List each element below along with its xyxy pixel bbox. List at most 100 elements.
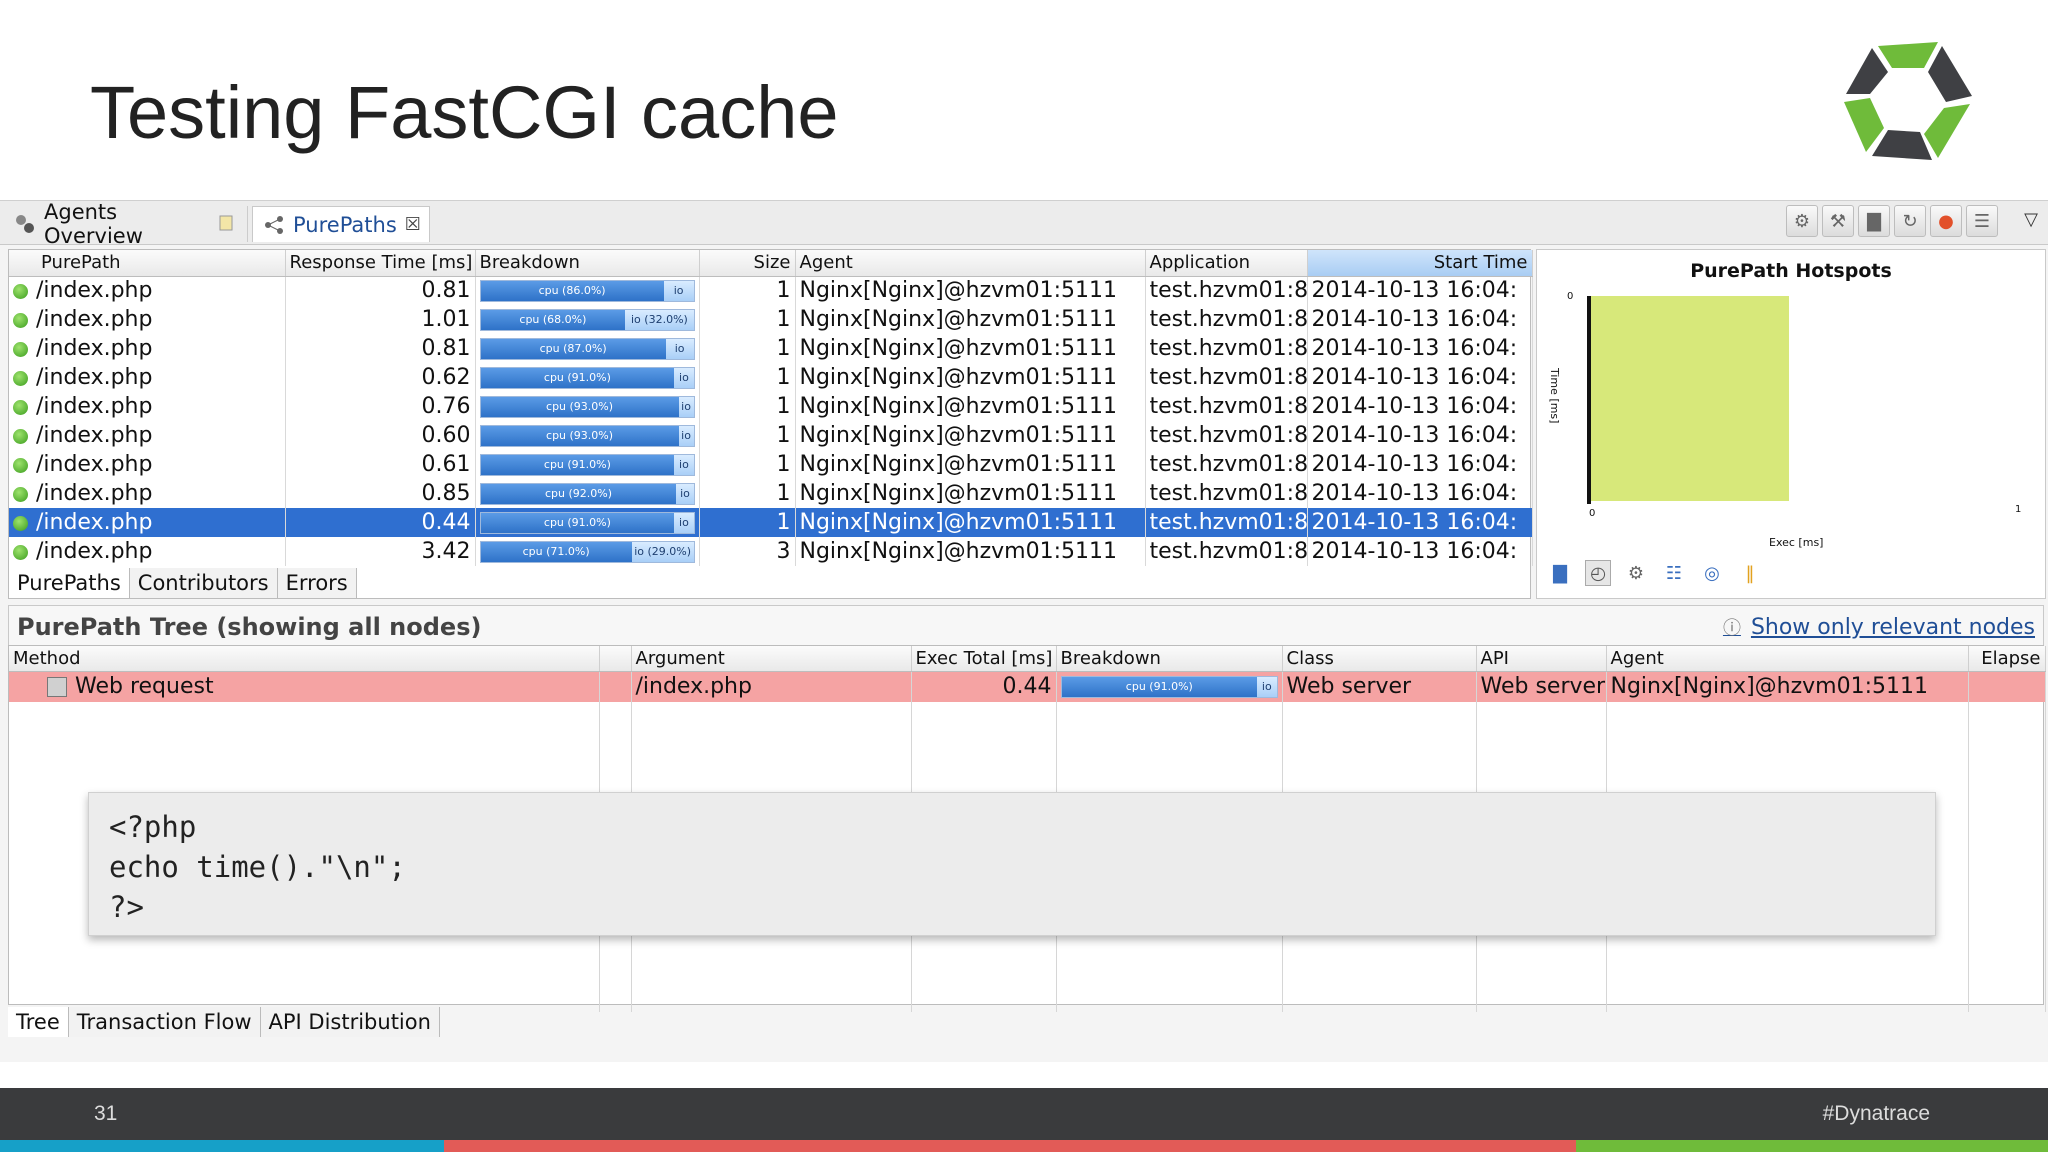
- size: 1: [699, 363, 796, 392]
- breakdown-cell: cpu (87.0%) io: [475, 334, 700, 363]
- show-relevant-nodes-link[interactable]: ⓘ Show only relevant nodes: [1723, 614, 2035, 640]
- col-agent[interactable]: Agent: [1606, 646, 1969, 672]
- size: 1: [699, 508, 796, 537]
- purepath-cell: /index.php: [9, 479, 286, 508]
- start-time: 2014-10-13 16:04:: [1307, 508, 1533, 537]
- purepath-row[interactable]: /index.php 0.81 cpu (86.0%) io 1 Nginx[Nginx]…: [9, 276, 1533, 305]
- globe-icon[interactable]: ◎: [1699, 560, 1725, 586]
- breakdown-cell: cpu (91.0%) io: [475, 363, 700, 392]
- restore-icon[interactable]: [217, 213, 237, 235]
- tree-row-web-request[interactable]: Web request /index.php 0.44 cpu (91.0%) …: [9, 671, 2046, 702]
- col-agent[interactable]: Agent: [795, 250, 1146, 277]
- tab-purepaths[interactable]: PurePaths ☒: [252, 206, 430, 242]
- tab-agents-overview-label: Agents Overview: [44, 200, 143, 248]
- tab-agents-overview[interactable]: Agents Overview: [4, 200, 248, 248]
- purepath-row[interactable]: /index.php 1.01 cpu (68.0%) io (32.0%) 1 Ngin…: [9, 305, 1533, 334]
- subtab-contributors[interactable]: Contributors: [129, 568, 278, 598]
- breakdown-cell: cpu (71.0%) io (29.0%): [475, 537, 700, 566]
- col-method[interactable]: Method: [9, 646, 600, 672]
- purepath-row[interactable]: /index.php 0.81 cpu (87.0%) io 1 Nginx[Nginx]…: [9, 334, 1533, 363]
- agent: Nginx[Nginx]@hzvm01:5111: [795, 508, 1146, 537]
- agent: Nginx[Nginx]@hzvm01:5111: [795, 421, 1146, 450]
- col-start-time[interactable]: Start Time: [1307, 250, 1533, 277]
- purepath-cell: /index.php: [9, 537, 286, 566]
- subtab-purepaths[interactable]: PurePaths: [9, 568, 130, 598]
- col-elapsed[interactable]: Elapse: [1968, 646, 2046, 672]
- application: test.hzvm01:83: [1145, 276, 1308, 305]
- col-breakdown[interactable]: Breakdown: [475, 250, 700, 277]
- purepath-row[interactable]: /index.php 3.42 cpu (71.0%) io (29.0%) 3 Ngin…: [9, 537, 1533, 566]
- purepath-hotspots-panel: PurePath Hotspots 0 Time [ms] 0 1 Exec […: [1536, 249, 2046, 599]
- page-number: 31: [94, 1102, 118, 1125]
- time-icon[interactable]: ◴: [1585, 560, 1611, 586]
- status-ok-icon: [13, 515, 28, 531]
- filter-gear-icon[interactable]: ⚒: [1822, 205, 1854, 237]
- subtab-api-distribution[interactable]: API Distribution: [260, 1007, 440, 1037]
- purepath-cell: /index.php: [9, 305, 286, 334]
- size: 1: [699, 450, 796, 479]
- bar-chart-icon[interactable]: ▇: [1547, 560, 1573, 586]
- hierarchy-icon[interactable]: ☷: [1661, 560, 1687, 586]
- record-icon[interactable]: ●: [1930, 205, 1962, 237]
- gears-icon[interactable]: ⚙: [1623, 560, 1649, 586]
- close-icon[interactable]: ☒: [405, 214, 421, 235]
- agent: Nginx[Nginx]@hzvm01:5111: [795, 276, 1146, 305]
- tree-view-icon[interactable]: ☰: [1966, 205, 1998, 237]
- dynatrace-logo: [1844, 42, 1972, 160]
- col-class[interactable]: Class: [1282, 646, 1477, 672]
- purepath-row[interactable]: /index.php 0.60 cpu (93.0%) io 1 Nginx[Nginx]…: [9, 421, 1533, 450]
- col-api[interactable]: API: [1476, 646, 1607, 672]
- io-segment: io: [665, 338, 694, 359]
- purepath-cell: /index.php: [9, 421, 286, 450]
- col-application[interactable]: Application: [1145, 250, 1308, 277]
- col-argument[interactable]: Argument: [631, 646, 912, 672]
- status-ok-icon: [13, 457, 28, 473]
- response-time: 0.81: [285, 334, 476, 363]
- purepath-row[interactable]: /index.php 0.85 cpu (92.0%) io 1 Nginx[Nginx]…: [9, 479, 1533, 508]
- subtab-errors[interactable]: Errors: [277, 568, 357, 598]
- purepath-row[interactable]: /index.php 0.62 cpu (91.0%) io 1 Nginx[Nginx]…: [9, 363, 1533, 392]
- view-toolbar: ⚙ ⚒ ▇ ↻ ● ☰: [1786, 205, 1998, 237]
- tab-purepaths-label: PurePaths: [293, 212, 397, 237]
- footer-stripe-blue: [0, 1140, 444, 1152]
- purepath-icon: [263, 214, 285, 236]
- agent: Nginx[Nginx]@hzvm01:5111: [795, 363, 1146, 392]
- subtab-tree[interactable]: Tree: [8, 1007, 69, 1037]
- slide: Testing FastCGI cache Agents Overview Pu…: [0, 0, 2048, 1152]
- hotspots-area[interactable]: [1591, 296, 1789, 501]
- pause-icon[interactable]: ‖: [1737, 560, 1763, 586]
- breakdown-bar: cpu (87.0%) io: [479, 337, 695, 360]
- tree-breakdown-bar: cpu (91.0%) io: [1060, 675, 1278, 698]
- cpu-segment: cpu (86.0%): [480, 280, 664, 301]
- start-time: 2014-10-13 16:04:: [1307, 305, 1533, 334]
- slide-title: Testing FastCGI cache: [90, 71, 839, 154]
- purepath-row[interactable]: /index.php 0.44 cpu (91.0%) io 1 Nginx[Nginx]…: [9, 508, 1533, 537]
- breakdown-bar: cpu (91.0%) io: [479, 511, 695, 534]
- breakdown-cell: cpu (68.0%) io (32.0%): [475, 305, 700, 334]
- agent: Nginx[Nginx]@hzvm01:5111: [795, 392, 1146, 421]
- purepath-row[interactable]: /index.php 0.61 cpu (91.0%) io 1 Nginx[Nginx]…: [9, 450, 1533, 479]
- subtab-transaction-flow[interactable]: Transaction Flow: [68, 1007, 261, 1037]
- purepath-row[interactable]: /index.php 0.76 cpu (93.0%) io 1 Nginx[Nginx]…: [9, 392, 1533, 421]
- col-size[interactable]: Size: [699, 250, 796, 277]
- col-purepath[interactable]: PurePath: [9, 250, 286, 277]
- settings-gears-icon[interactable]: ⚙: [1786, 205, 1818, 237]
- response-time: 0.62: [285, 363, 476, 392]
- view-menu-chevron-icon[interactable]: ▽: [2024, 209, 2038, 230]
- refresh-icon[interactable]: ↻: [1894, 205, 1926, 237]
- purepath-cell: /index.php: [9, 334, 286, 363]
- io-segment: io: [678, 425, 694, 446]
- col-exec-total[interactable]: Exec Total [ms]: [911, 646, 1057, 672]
- cpu-segment: cpu (87.0%): [480, 338, 666, 359]
- breakdown-cell: cpu (91.0%) io: [475, 450, 700, 479]
- purepath-tree-header: PurePath Tree (showing all nodes) ⓘ Show…: [8, 605, 2044, 645]
- cpu-segment: cpu (91.0%): [480, 512, 675, 533]
- purepath-cell: /index.php: [9, 363, 286, 392]
- col-breakdown[interactable]: Breakdown: [1056, 646, 1283, 672]
- slide-footer: 31 #Dynatrace: [0, 1088, 2048, 1140]
- bar-chart-icon[interactable]: ▇: [1858, 205, 1890, 237]
- col-response-time[interactable]: Response Time [ms]: [285, 250, 476, 277]
- hotspots-x-label: Exec [ms]: [1769, 536, 1824, 549]
- agent: Nginx[Nginx]@hzvm01:5111: [795, 450, 1146, 479]
- hotspots-x-tick-min: 0: [1589, 508, 1596, 519]
